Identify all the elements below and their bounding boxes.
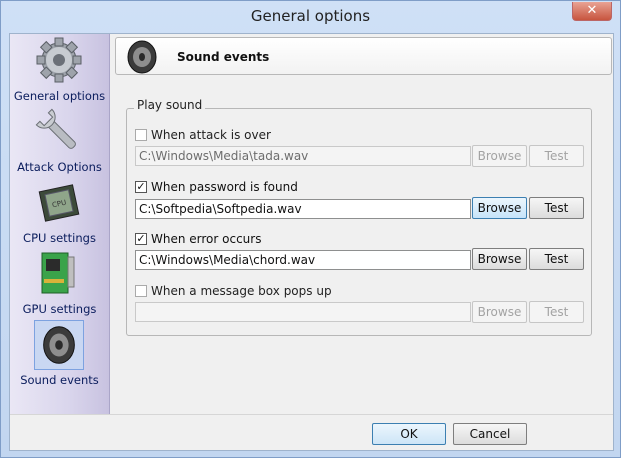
event-password-found-path-field[interactable]: C:\Softpedia\Softpedia.wav [135,199,471,219]
sidebar-item-cpu-settings[interactable]: CPU CPU settings [10,176,109,246]
sidebar-item-sound-events[interactable]: Sound events [10,318,109,388]
event-message-box-path-field[interactable] [135,302,471,322]
event-attack-over-browse-button[interactable]: Browse [472,145,527,167]
event-message-box-checkbox[interactable] [135,285,147,297]
wrench-icon [35,108,76,149]
speaker-icon [127,40,157,74]
ok-button[interactable]: OK [372,423,446,445]
event-error-occurs-test-button[interactable]: Test [529,248,584,270]
sidebar-item-label: Sound events [20,373,99,387]
gear-icon [36,37,82,83]
event-message-box-test-button[interactable]: Test [529,301,584,323]
sidebar-item-label: CPU settings [23,231,96,245]
group-legend: Play sound [134,98,206,112]
dialog-client: General options Attack Options CPU CPU s… [9,33,614,451]
event-message-box-browse-button[interactable]: Browse [472,301,527,323]
graphics-card-icon [41,252,75,294]
sidebar-item-label: Attack Options [17,160,102,174]
speaker-icon [34,320,84,370]
sidebar-item-attack-options[interactable]: Attack Options [10,105,109,175]
event-password-found-test-button[interactable]: Test [529,197,584,219]
footer-divider [10,414,613,415]
event-message-box-label: When a message box pops up [151,284,332,298]
event-attack-over-label: When attack is over [151,128,271,142]
section-header: Sound events [115,37,612,75]
sidebar-item-label: General options [13,89,106,103]
options-window: General options ✕ General options Attack… [0,0,621,458]
event-attack-over-test-button[interactable]: Test [529,145,584,167]
event-attack-over-path-field[interactable]: C:\Windows\Media\tada.wav [135,146,471,166]
sidebar-item-label: GPU settings [22,302,97,316]
event-password-found-checkbox[interactable]: ✓ [135,181,147,193]
event-error-occurs-checkbox[interactable]: ✓ [135,233,147,245]
sidebar-item-general-options[interactable]: General options [10,34,109,104]
title-bar[interactable]: General options ✕ [1,1,620,33]
sidebar-item-gpu-settings[interactable]: GPU settings [10,247,109,317]
event-error-occurs-browse-button[interactable]: Browse [472,248,527,270]
event-password-found-browse-button[interactable]: Browse [472,197,527,219]
close-button[interactable]: ✕ [572,2,612,21]
event-error-occurs-label: When error occurs [151,232,262,246]
event-error-occurs-path-field[interactable]: C:\Windows\Media\chord.wav [135,250,471,270]
sidebar: General options Attack Options CPU CPU s… [10,34,110,414]
event-password-found-label: When password is found [151,180,298,194]
cancel-button[interactable]: Cancel [453,423,527,445]
cpu-chip-icon: CPU [38,184,80,222]
event-attack-over-checkbox[interactable] [135,129,147,141]
section-title: Sound events [177,50,270,64]
window-title: General options [250,7,371,25]
